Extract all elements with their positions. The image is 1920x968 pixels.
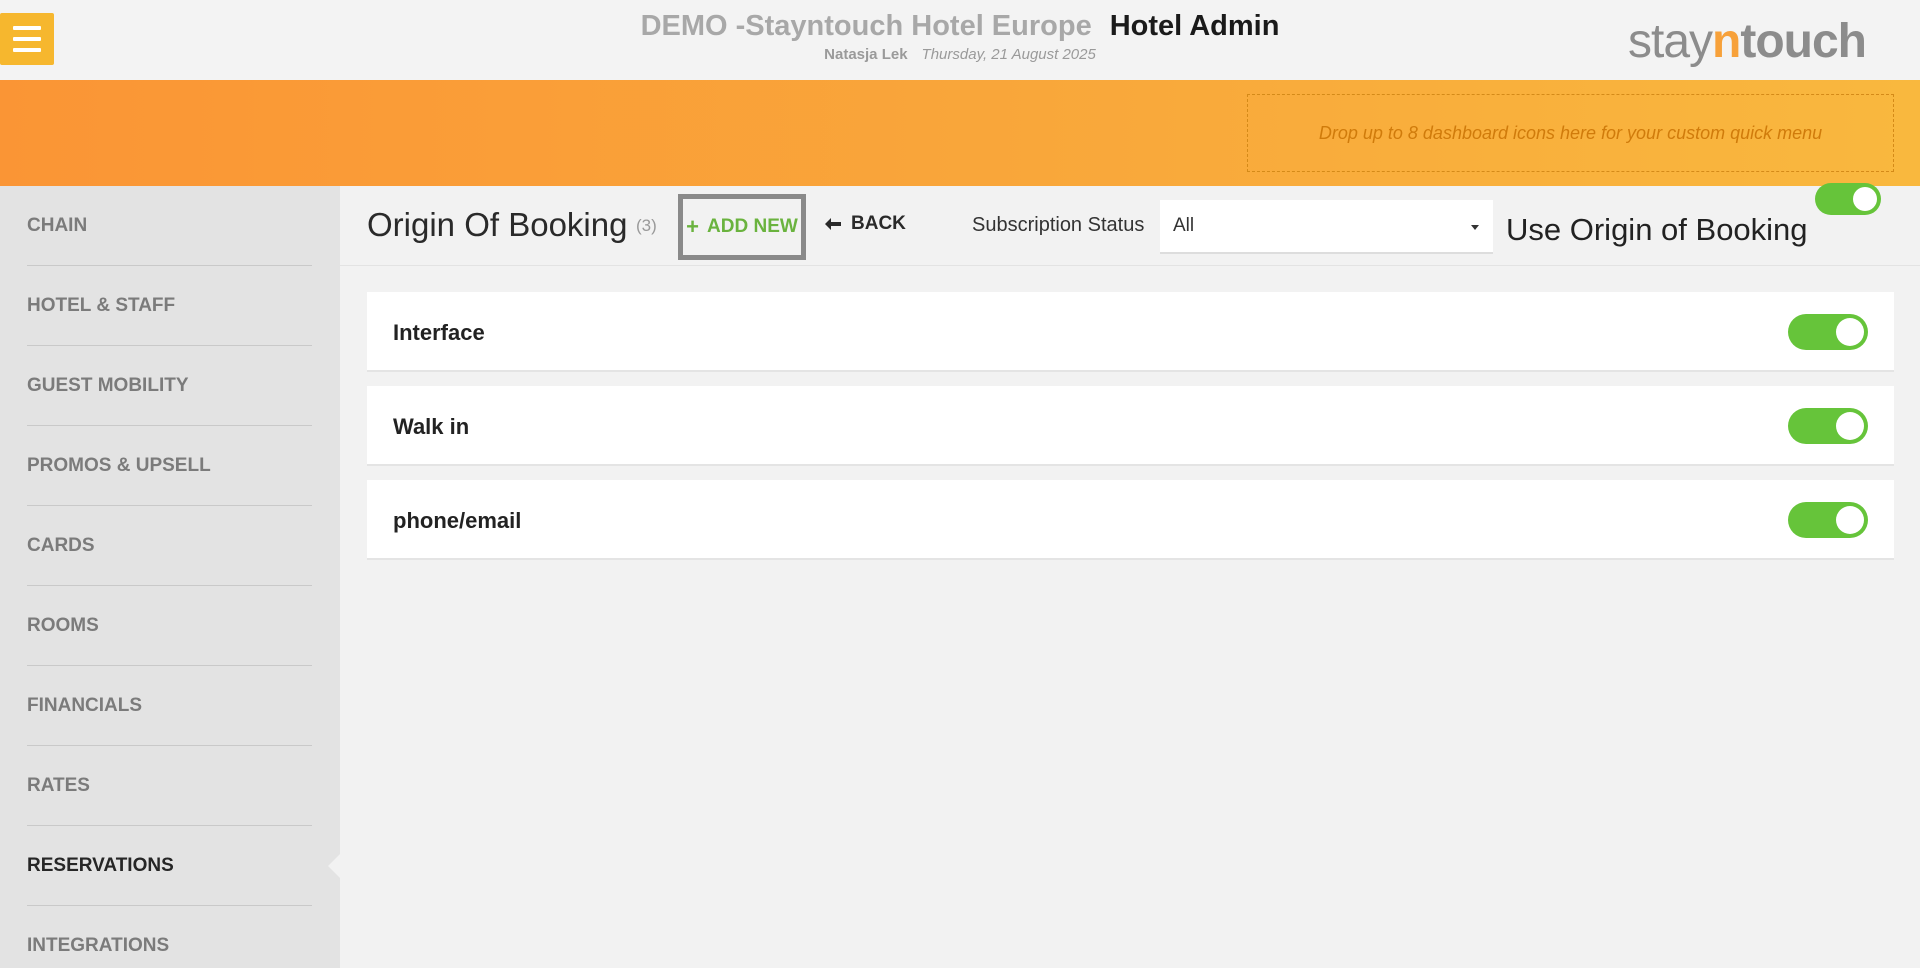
plus-icon: + xyxy=(686,214,700,239)
sidebar: CHAIN HOTEL & STAFF GUEST MOBILITY PROMO… xyxy=(0,186,340,968)
add-new-button[interactable]: + ADD NEW xyxy=(678,194,806,260)
quick-menu-placeholder: Drop up to 8 dashboard icons here for yo… xyxy=(1318,122,1823,143)
quick-menu-dropzone[interactable]: Drop up to 8 dashboard icons here for yo… xyxy=(1247,94,1894,172)
user-name: Natasja Lek xyxy=(824,46,908,63)
sidebar-item-financials[interactable]: FINANCIALS xyxy=(27,666,312,746)
use-origin-toggle[interactable] xyxy=(1815,183,1881,215)
page-title: Origin Of Booking xyxy=(367,206,628,243)
caret-down-icon xyxy=(1471,225,1479,230)
sidebar-item-rooms[interactable]: ROOMS xyxy=(27,586,312,666)
add-new-label: ADD NEW xyxy=(707,216,798,237)
sidebar-item-rates[interactable]: RATES xyxy=(27,746,312,826)
sidebar-item-cards[interactable]: CARDS xyxy=(27,506,312,586)
sidebar-item-chain[interactable]: CHAIN xyxy=(27,186,312,266)
main-content: Origin Of Booking (3) + ADD NEW BACK Sub… xyxy=(340,183,1920,968)
sidebar-item-promos-upsell[interactable]: PROMOS & UPSELL xyxy=(27,426,312,506)
list-item-label: phone/email xyxy=(393,508,522,533)
list-item-toggle[interactable] xyxy=(1788,502,1868,538)
subscription-status-select[interactable]: All xyxy=(1160,200,1493,254)
list-item-toggle[interactable] xyxy=(1788,314,1868,350)
subscription-status-label: Subscription Status xyxy=(972,214,1145,236)
header-divider xyxy=(340,265,1920,266)
list-item-toggle[interactable] xyxy=(1788,408,1868,444)
item-count: (3) xyxy=(636,216,657,235)
active-item-pointer xyxy=(328,854,340,878)
sidebar-item-hotel-staff[interactable]: HOTEL & STAFF xyxy=(27,266,312,346)
list-item-label: Walk in xyxy=(393,414,470,439)
admin-title: Hotel Admin xyxy=(1109,10,1280,42)
arrow-left-icon xyxy=(825,218,841,230)
back-label: BACK xyxy=(851,213,906,234)
stayntouch-logo: stayntouch xyxy=(1628,15,1867,68)
use-origin-label: Use Origin of Booking xyxy=(1506,212,1808,247)
list-item[interactable]: phone/email xyxy=(367,480,1894,560)
back-button[interactable]: BACK xyxy=(825,213,906,235)
business-date: Thursday, 21 August 2025 xyxy=(921,46,1096,63)
sidebar-item-reservations[interactable]: RESERVATIONS xyxy=(27,826,312,906)
subscription-status-value: All xyxy=(1173,215,1195,236)
sidebar-item-integrations[interactable]: INTEGRATIONS xyxy=(27,906,312,968)
toggle-knob xyxy=(1853,187,1877,211)
list-item[interactable]: Walk in xyxy=(367,386,1894,466)
list-item[interactable]: Interface xyxy=(367,292,1894,372)
hotel-name: DEMO -Stayntouch Hotel Europe xyxy=(640,10,1092,42)
sidebar-item-guest-mobility[interactable]: GUEST MOBILITY xyxy=(27,346,312,426)
list-item-label: Interface xyxy=(393,320,485,345)
top-header: DEMO -Stayntouch Hotel Europe Hotel Admin… xyxy=(0,0,1920,80)
